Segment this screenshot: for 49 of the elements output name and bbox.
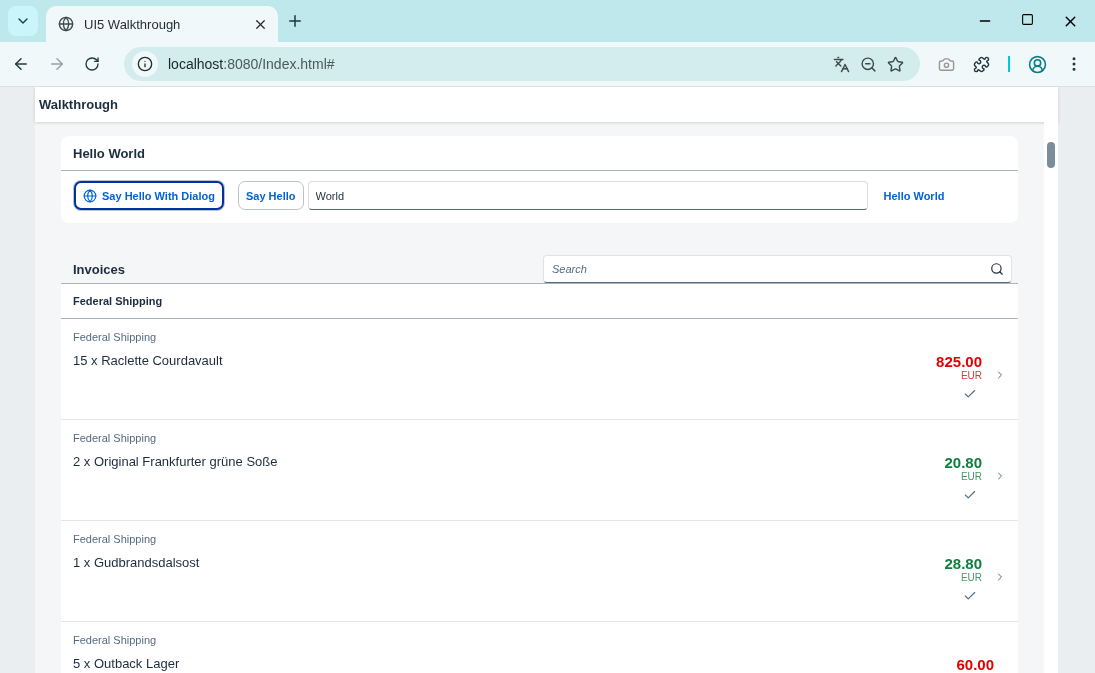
greeting-text: Hello World <box>883 189 945 202</box>
check-icon <box>963 589 977 603</box>
invoice-row[interactable]: Federal Shipping 5 x Outback Lager 60.00 <box>61 622 1018 673</box>
invoice-row[interactable]: Federal Shipping 2 x Original Frankfurter grüne Soße 20.80 EUR <box>61 420 1018 521</box>
amount-text: 825.00 <box>936 353 982 370</box>
shipper-text: Federal Shipping <box>73 331 158 343</box>
invoice-title: 15 x Raclette Courdavault <box>73 353 224 368</box>
info-icon[interactable] <box>132 51 158 77</box>
search-field[interactable]: Search <box>543 255 1012 283</box>
list-title: Invoices <box>73 261 127 277</box>
maximize-icon[interactable] <box>1021 12 1034 26</box>
amount-text: 28.80 <box>944 555 982 572</box>
invoice-row[interactable]: Federal Shipping 1 x Gudbrandsdalsost 28.80 EUR <box>61 521 1018 622</box>
scrollbar-thumb[interactable] <box>1047 142 1055 168</box>
invoice-row[interactable]: Federal Shipping 15 x Raclette Courdavault 825.00 EUR <box>61 319 1018 420</box>
say-hello-dialog-button[interactable]: Say Hello With Dialog <box>74 181 224 210</box>
profile-icon[interactable] <box>1028 54 1047 74</box>
invoice-title: 5 x Outback Lager <box>73 656 181 671</box>
new-tab-button[interactable] <box>286 12 304 30</box>
star-icon[interactable] <box>887 55 904 73</box>
extensions-icon[interactable] <box>973 55 990 73</box>
group-header: Federal Shipping <box>61 284 1018 319</box>
camera-icon[interactable] <box>938 55 955 73</box>
back-icon[interactable] <box>12 55 30 73</box>
name-input[interactable]: World <box>307 181 868 210</box>
panel-title: Hello World <box>61 136 1018 171</box>
amount-text: 60.00 <box>956 656 994 673</box>
separator-line <box>1008 56 1010 72</box>
amount-text: 20.80 <box>944 454 982 471</box>
app-title: Walkthrough <box>35 87 1058 122</box>
shipper-text: Federal Shipping <box>73 432 158 444</box>
globe-icon <box>58 16 74 32</box>
shipper-text: Federal Shipping <box>73 533 158 545</box>
check-icon <box>963 488 977 502</box>
currency-text: EUR <box>960 572 982 583</box>
invoice-title: 2 x Original Frankfurter grüne Soße <box>73 454 279 469</box>
say-hello-button[interactable]: Say Hello <box>238 181 304 210</box>
browser-tab[interactable]: UI5 Walkthrough <box>46 6 278 42</box>
zoom-out-icon[interactable] <box>860 55 877 73</box>
globe-icon <box>83 188 97 203</box>
address-bar[interactable]: localhost:8080/Index.html# <box>124 47 920 81</box>
search-icon[interactable] <box>990 262 1004 276</box>
currency-text: EUR <box>960 471 982 482</box>
invoice-title: 1 x Gudbrandsdalsost <box>73 555 201 570</box>
translate-icon[interactable] <box>833 55 850 73</box>
check-icon <box>963 387 977 401</box>
currency-text: EUR <box>960 370 982 381</box>
reload-icon[interactable] <box>84 56 100 72</box>
shipper-text: Federal Shipping <box>73 634 158 646</box>
